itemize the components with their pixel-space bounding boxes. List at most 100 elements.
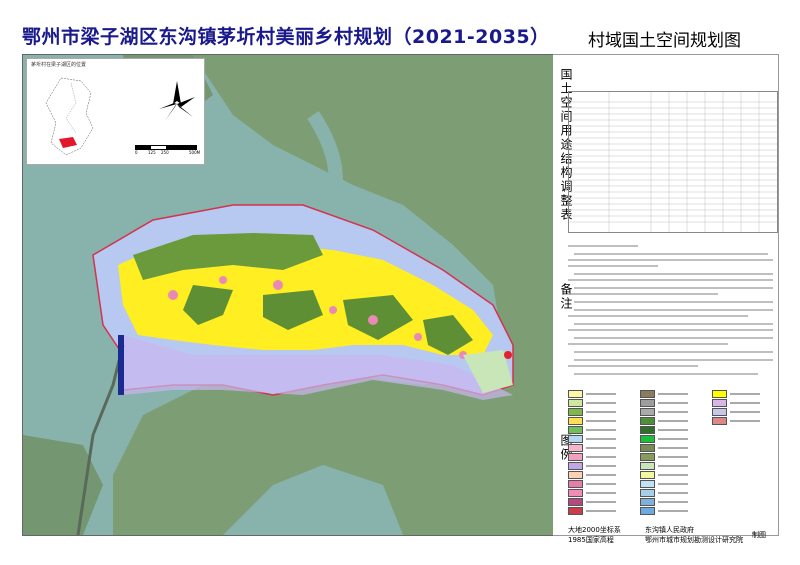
legend-swatch bbox=[712, 408, 727, 416]
footer-made-by: 制图 bbox=[752, 531, 766, 539]
legend-item bbox=[712, 399, 782, 407]
legend-item bbox=[568, 444, 638, 452]
legend-item bbox=[640, 471, 710, 479]
legend-item bbox=[640, 462, 710, 470]
legend-item bbox=[568, 471, 638, 479]
legend-label-line bbox=[586, 483, 616, 485]
legend-label-line bbox=[586, 456, 616, 458]
legend-item bbox=[640, 417, 710, 425]
legend-label-line bbox=[586, 501, 616, 503]
legend-item bbox=[568, 399, 638, 407]
scale-label-1: 125 bbox=[148, 150, 156, 155]
legend-label-line bbox=[586, 429, 616, 431]
legend-item bbox=[712, 390, 782, 398]
legend-item bbox=[640, 444, 710, 452]
map-subtitle: 村域国土空间规划图 bbox=[588, 31, 741, 51]
org-government: 东沟镇人民政府 bbox=[645, 526, 694, 534]
legend-swatch bbox=[640, 498, 655, 506]
legend-item bbox=[568, 417, 638, 425]
legend-swatch bbox=[568, 444, 583, 452]
north-arrow-icon bbox=[159, 81, 195, 121]
legend-label-line bbox=[730, 402, 760, 404]
legend-item bbox=[640, 399, 710, 407]
legend-item bbox=[640, 507, 710, 515]
legend-label-line bbox=[658, 510, 688, 512]
legend-label-line bbox=[658, 465, 688, 467]
scale-label-3: 500M bbox=[189, 150, 201, 155]
scale-label-0: 0 bbox=[135, 150, 138, 155]
map-title: 鄂州市梁子湖区东沟镇茅圻村美丽乡村规划（2021-2035） bbox=[22, 26, 550, 48]
legend-item bbox=[640, 480, 710, 488]
location-inset: 茅圻村在梁子湖区的位置 0 125 250 500M bbox=[26, 58, 205, 165]
legend-swatch bbox=[640, 417, 655, 425]
legend-label-line bbox=[658, 420, 688, 422]
legend-item bbox=[568, 435, 638, 443]
inset-title: 茅圻村在梁子湖区的位置 bbox=[31, 62, 87, 68]
legend-label-line bbox=[586, 402, 616, 404]
scale-bar: 0 125 250 500M bbox=[135, 143, 203, 157]
legend-swatch bbox=[712, 390, 727, 398]
legend-swatch bbox=[568, 462, 583, 470]
legend-label-line bbox=[586, 420, 616, 422]
legend-item bbox=[712, 417, 782, 425]
legend-swatch bbox=[568, 471, 583, 479]
legend-label-line bbox=[658, 429, 688, 431]
legend-item bbox=[568, 489, 638, 497]
legend-swatch bbox=[568, 399, 583, 407]
legend-swatch bbox=[640, 435, 655, 443]
legend-item bbox=[568, 480, 638, 488]
inset-district-map bbox=[45, 77, 94, 156]
legend-label-line bbox=[730, 393, 760, 395]
legend-swatch bbox=[568, 408, 583, 416]
legend-item bbox=[640, 489, 710, 497]
org-institute: 鄂州市城市规划勘测设计研究院 bbox=[645, 535, 743, 544]
legend-swatch bbox=[712, 399, 727, 407]
legend-swatch bbox=[568, 480, 583, 488]
legend-item bbox=[568, 462, 638, 470]
legend-swatch bbox=[640, 489, 655, 497]
legend-label-line bbox=[658, 456, 688, 458]
legend-swatch bbox=[568, 426, 583, 434]
legend-label-line bbox=[730, 420, 760, 422]
legend-swatch bbox=[640, 390, 655, 398]
legend-swatch bbox=[640, 471, 655, 479]
legend-label-line bbox=[658, 393, 688, 395]
legend-swatch bbox=[712, 417, 727, 425]
legend-swatch bbox=[640, 462, 655, 470]
legend-swatch bbox=[568, 435, 583, 443]
legend-label-line bbox=[586, 393, 616, 395]
legend-swatch bbox=[640, 399, 655, 407]
table-grid bbox=[569, 92, 777, 232]
notes-box bbox=[568, 240, 776, 380]
legend-label-line bbox=[658, 483, 688, 485]
legend-item bbox=[640, 390, 710, 398]
legend-label-line bbox=[586, 510, 616, 512]
legend-item bbox=[568, 498, 638, 506]
legend-item bbox=[640, 408, 710, 416]
legend-swatch bbox=[568, 390, 583, 398]
legend-swatch bbox=[568, 417, 583, 425]
legend-label-line bbox=[586, 411, 616, 413]
legend-swatch bbox=[568, 507, 583, 515]
legend-label-line bbox=[658, 447, 688, 449]
legend-item bbox=[640, 426, 710, 434]
legend-item bbox=[568, 408, 638, 416]
notes-lines bbox=[568, 245, 773, 375]
legend-item bbox=[568, 453, 638, 461]
legend-label-line bbox=[658, 411, 688, 413]
legend-swatch bbox=[640, 426, 655, 434]
legend-item bbox=[712, 408, 782, 416]
legend-item bbox=[640, 435, 710, 443]
legend-swatch bbox=[640, 444, 655, 452]
coordinate-system: 大地2000坐标系 bbox=[568, 526, 621, 534]
legend-swatch bbox=[640, 480, 655, 488]
legend-label-line bbox=[586, 492, 616, 494]
legend-label-line bbox=[586, 474, 616, 476]
footer-organizations: 东沟镇人民政府 鄂州市城市规划勘测设计研究院 bbox=[645, 526, 743, 546]
legend-label-line bbox=[586, 438, 616, 440]
legend-item bbox=[640, 498, 710, 506]
scale-label-2: 250 bbox=[161, 150, 169, 155]
legend-label-line bbox=[658, 501, 688, 503]
legend-swatch bbox=[568, 489, 583, 497]
legend-item bbox=[568, 426, 638, 434]
